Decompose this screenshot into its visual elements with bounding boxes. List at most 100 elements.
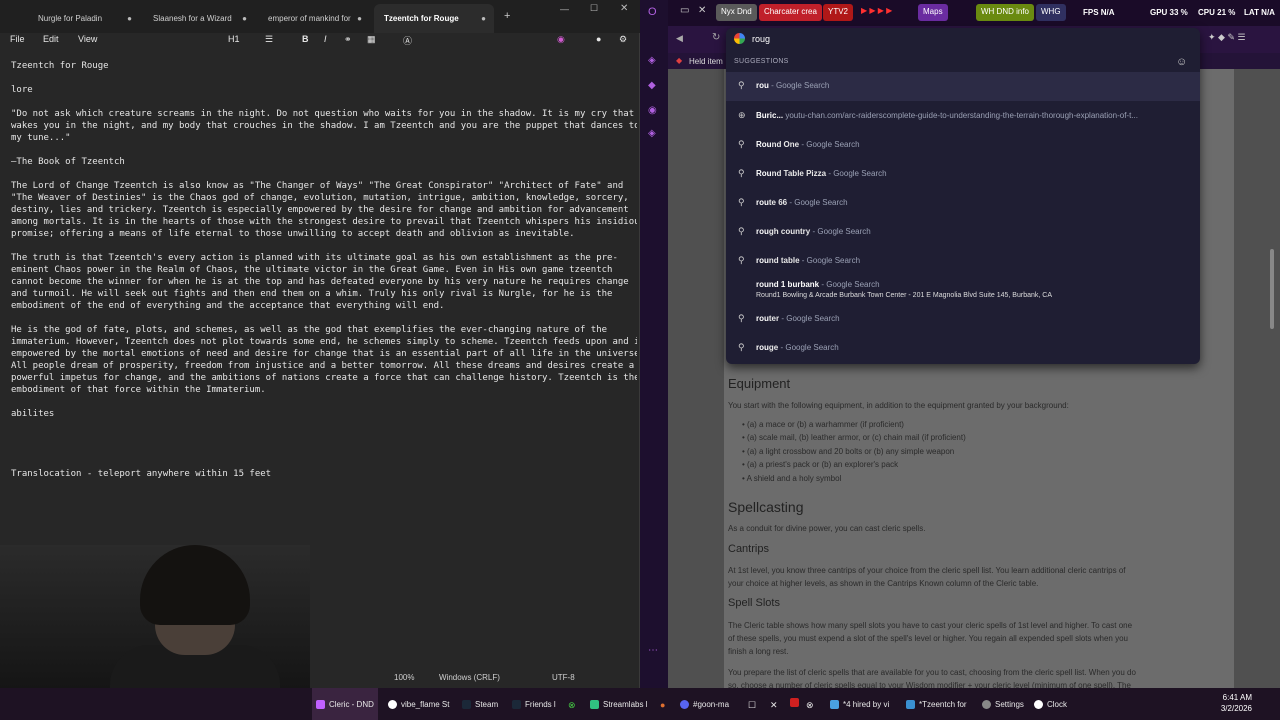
account-icon[interactable]: ● [596,34,601,44]
suggestion-item[interactable]: ⚲ rou - Google Search [726,72,1200,101]
gear-icon[interactable]: ⚙ [619,34,627,45]
bookmark-maps[interactable]: Maps [918,4,948,21]
notepad-icon [906,700,915,710]
editor-line: "Do not ask which creature screams in th… [11,109,635,119]
notepad-editor[interactable]: Tzeentch for Rouge lore "Do not ask which … [11,60,637,480]
suggestion-item[interactable]: ⚲ round table - Google Search [726,247,1200,276]
xbox-icon[interactable]: ⊗ [568,688,576,720]
suggestion-item[interactable]: ⚲ rouge - Google Search [726,334,1200,363]
link-icon[interactable]: ⚭ [344,34,352,45]
minimize-icon[interactable]: — [560,4,569,14]
youtube-icons[interactable]: ▶ ▶ ▶ ▶ [861,6,892,15]
taskbar-label: vibe_flame St [401,700,450,709]
gear-icon [982,700,991,710]
app-icon[interactable]: ⊗ [806,688,814,720]
taskbar-item[interactable]: *4 hired by vi [830,688,889,720]
sidebar-app-icon[interactable]: ◉ [648,105,657,116]
taskbar-label: #goon-ma [693,700,730,709]
suggestion-item[interactable]: round 1 burbank - Google Search Round1 Bo… [726,276,1200,305]
taskbar-item[interactable]: vibe_flame St [388,688,449,720]
sidebar-app-icon[interactable]: ◈ [648,55,656,66]
bookmark-whg[interactable]: WHG [1036,4,1066,21]
editor-line: embodiment of that force within the Imma… [11,385,266,395]
taskbar: Cleric - DND vibe_flame St Steam Friends… [0,688,1280,720]
bookmark-label: YTV2 [828,7,849,16]
taskbar-label: Steam [475,700,499,709]
line-ending: Windows (CRLF) [439,673,500,682]
suggestion-item[interactable]: ⚲ Round Table Pizza - Google Search [726,160,1200,189]
taskbar-item[interactable]: Cleric - DND [312,688,378,720]
app-icon[interactable]: ☐ [748,688,756,720]
system-time[interactable]: 6:41 AM [1220,693,1252,702]
sidebar-app-icon[interactable]: ◈ [648,128,656,139]
unsaved-dot-icon[interactable]: ● [242,14,247,23]
suggestion-match: rou [756,256,769,265]
bookmark-character[interactable]: Charcater crea [759,4,822,21]
back-icon[interactable]: ◀ [676,33,683,44]
equipment-item: • (a) a light crossbow and 20 bolts or (… [742,447,955,456]
tray-app-icon[interactable]: ● [660,688,665,720]
suggestion-suffix: - Google Search [826,169,887,178]
menu-file[interactable]: File [10,34,25,44]
suggestion-item[interactable]: ⚲ router - Google Search [726,305,1200,334]
unsaved-dot-icon[interactable]: ● [481,14,486,23]
tab-switcher-icon[interactable]: ▭ [680,5,689,16]
editor-line: lore [11,85,33,95]
omnibox-input[interactable]: roug [752,34,770,44]
taskbar-item[interactable]: Friends l [512,688,556,720]
menu-edit[interactable]: Edit [43,34,59,44]
gpu-readout: GPU 33 % [1150,8,1188,17]
equipment-heading: Equipment [728,376,791,391]
pinned-tab-icon[interactable]: ✕ [698,5,706,16]
taskbar-item[interactable]: Streamlabs l [590,688,647,720]
new-tab-icon[interactable]: + [504,10,510,22]
list-icon[interactable]: ☰ [265,34,273,45]
editor-line: cannot become the winner for when he is … [11,277,629,287]
unsaved-dot-icon[interactable]: ● [127,14,132,23]
clear-format-icon[interactable]: Ⓐ [403,34,412,47]
bookmark-ytv2[interactable]: YTV2 [823,4,854,21]
suggestion-match: Buric... [756,111,784,120]
suggestion-suffix: - Google Search [768,81,830,90]
suggestion-suffix: - Google Search [779,314,840,323]
bookmark-nyx[interactable]: Nyx Dnd [716,4,757,21]
taskbar-item[interactable]: #goon-ma [680,688,729,720]
page-scrollbar[interactable] [1270,249,1274,329]
suggestion-item[interactable]: ⚲ Round One - Google Search [726,131,1200,160]
suggestion-item[interactable]: ⊕ Buric... youtu-chan.com/arc-raiderscomp… [726,102,1200,131]
maximize-icon[interactable]: ☐ [590,3,598,14]
table-icon[interactable]: ▦ [367,34,376,45]
unsaved-dot-icon[interactable]: ● [357,14,362,23]
editor-line: The truth is that Tzeentch's every actio… [11,253,618,263]
reload-icon[interactable]: ↻ [712,32,720,43]
italic-icon[interactable]: I [324,34,327,44]
copilot-icon[interactable]: ◉ [557,34,565,45]
close-icon[interactable]: ✕ [620,3,628,14]
sidebar-more-icon[interactable]: ⋯ [648,645,658,656]
app-icon[interactable] [790,688,803,720]
opera-logo-icon[interactable]: O [648,6,657,18]
suggestion-item[interactable]: ⚲ route 66 - Google Search [726,189,1200,218]
taskbar-item[interactable]: Clock [1034,688,1067,720]
omnibox-dropdown: roug SUGGESTIONS ☺ ⚲ rou - Google Search ⊕… [726,28,1200,364]
system-date[interactable]: 3/2/2026 [1212,704,1252,713]
app-icon[interactable]: ✕ [770,688,778,720]
bookmark-held-item[interactable]: Held item [689,57,723,66]
bookmark-wh-dnd[interactable]: WH DND info [976,4,1035,21]
suggestion-item[interactable]: ⚲ rough country - Google Search [726,218,1200,247]
taskbar-item[interactable]: Steam [462,688,498,720]
sidebar-app-icon[interactable]: ◆ [648,80,656,91]
bookmark-label: WH DND info [981,7,1030,16]
taskbar-item[interactable]: *Tzeentch for [906,688,967,720]
taskbar-label: *4 hired by vi [843,700,890,709]
taskbar-item[interactable]: Settings [982,688,1024,720]
emoji-icon[interactable]: ☺ [1176,56,1187,68]
heading-dropdown[interactable]: H1 [228,34,240,44]
bold-icon[interactable]: B [302,34,309,44]
suggestion-completion: ge [768,343,779,352]
menu-view[interactable]: View [78,34,97,44]
extensions-icons[interactable]: ✦ ◆ ✎ ☰ [1208,32,1246,43]
